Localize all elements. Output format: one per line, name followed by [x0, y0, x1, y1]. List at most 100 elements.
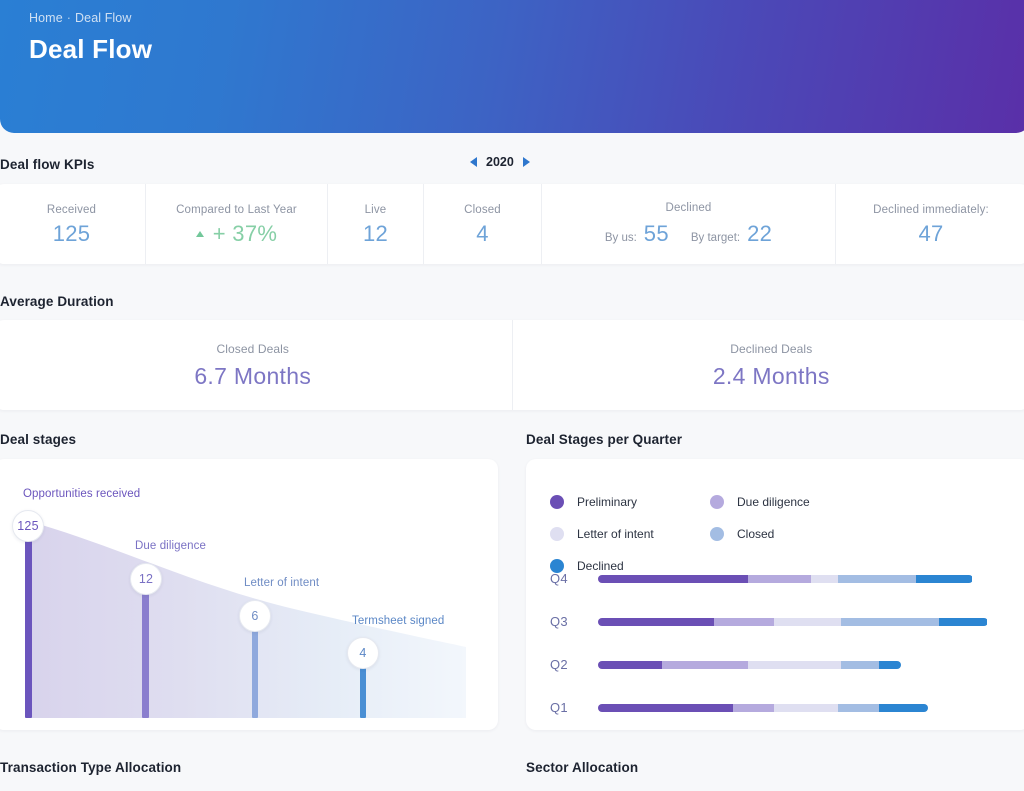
kpi-declined-immediately-label: Declined immediately:	[873, 203, 989, 216]
kpi-received: Received 125	[0, 184, 146, 264]
bar-segment-letter-of-intent[interactable]	[774, 617, 842, 626]
kpi-card: Received 125 Compared to Last Year + 37%…	[0, 184, 1024, 264]
kpi-declined-by-target-value: 22	[747, 220, 773, 246]
stacked-bar[interactable]	[598, 660, 902, 669]
deal-stages-section-title: Deal stages	[0, 432, 77, 447]
legend-color-dot-icon	[710, 495, 724, 509]
legend-item-label: Letter of intent	[577, 527, 654, 541]
kpi-live-value: 12	[362, 220, 389, 246]
breadcrumb: Home · Deal Flow	[29, 11, 132, 25]
funnel-stage-value-1: 125	[12, 510, 44, 542]
kpi-declined-by-us-label: By us:	[604, 231, 637, 244]
bar-track	[598, 703, 1010, 712]
bar-segment-closed[interactable]	[837, 574, 917, 583]
bar-segment-due-diligence[interactable]	[661, 660, 748, 669]
transaction-type-allocation-title: Transaction Type Allocation	[0, 760, 182, 775]
legend-item-letter-of-intent[interactable]: Letter of intent	[550, 518, 710, 550]
funnel-stage-value-3: 6	[239, 600, 271, 632]
bar-segment-letter-of-intent[interactable]	[747, 660, 842, 669]
quarter-label-q1: Q1	[550, 700, 568, 715]
bar-segment-closed[interactable]	[841, 617, 939, 626]
quarter-label-q4: Q4	[550, 571, 568, 586]
bar-track	[598, 574, 1010, 583]
kpi-compared-label: Compared to Last Year	[176, 203, 297, 216]
bar-segment-closed[interactable]	[837, 703, 879, 712]
kpi-section-title: Deal flow KPIs	[0, 157, 95, 172]
stacked-bar[interactable]	[598, 574, 973, 583]
stacked-bar[interactable]	[598, 703, 928, 712]
kpi-declined-label: Declined	[665, 201, 712, 214]
bar-segment-letter-of-intent[interactable]	[811, 574, 838, 583]
bar-segment-declined[interactable]	[878, 703, 928, 712]
kpi-declined-by-target: By target: 22	[691, 221, 772, 247]
breadcrumb-item-current: Deal Flow	[75, 11, 132, 25]
quarter-bar-row: Q4	[550, 557, 1010, 600]
bar-segment-due-diligence[interactable]	[714, 617, 775, 626]
duration-declined-label: Declined Deals	[730, 342, 813, 356]
duration-declined-deals: Declined Deals 2.4 Months	[513, 320, 1024, 410]
kpi-closed: Closed 4	[424, 184, 542, 264]
quarterly-section-title: Deal Stages per Quarter	[526, 432, 683, 447]
legend-color-dot-icon	[550, 527, 564, 541]
deal-stages-funnel-card: Opportunities received 125 Due diligence…	[0, 459, 498, 730]
duration-section-title: Average Duration	[0, 294, 114, 309]
sector-allocation-title: Sector Allocation	[526, 760, 639, 775]
deal-flow-dashboard: Home · Deal Flow Deal Flow Deal flow KPIs …	[0, 0, 1024, 791]
kpi-received-value: 125	[52, 220, 91, 246]
quarter-label-q2: Q2	[550, 657, 568, 672]
quarter-bar-row: Q2	[550, 643, 1010, 686]
duration-closed-value: 6.7 Months	[194, 363, 312, 389]
previous-year-button[interactable]	[470, 157, 477, 167]
kpi-declined-by-us: By us: 55	[605, 221, 669, 247]
funnel-stage-label-4: Termsheet signed	[352, 615, 445, 627]
quarter-bar-row: Q1	[550, 686, 1010, 729]
legend-item-closed[interactable]: Closed	[710, 518, 870, 550]
legend-item-label: Due diligence	[737, 495, 810, 509]
quarter-bar-row: Q3	[550, 600, 1010, 643]
bar-segment-letter-of-intent[interactable]	[774, 703, 838, 712]
funnel-chart: Opportunities received 125 Due diligence…	[0, 459, 498, 730]
year-selector: 2020	[470, 155, 530, 169]
legend-item-label: Preliminary	[577, 495, 638, 509]
bar-segment-declined[interactable]	[916, 574, 973, 583]
kpi-declined: Declined By us: 55 By target: 22	[542, 184, 836, 264]
legend-item-preliminary[interactable]: Preliminary	[550, 486, 710, 518]
quarter-label-q3: Q3	[550, 614, 568, 629]
stacked-bar-chart: Q4 Q3 Q2 Q1	[550, 557, 1010, 729]
bar-segment-closed[interactable]	[841, 660, 879, 669]
breadcrumb-item-home[interactable]: Home	[29, 11, 63, 25]
deal-stages-per-quarter-card: Preliminary Due diligence Letter of intent…	[526, 459, 1024, 730]
duration-closed-deals: Closed Deals 6.7 Months	[0, 320, 513, 410]
kpi-compared-value-wrap: + 37%	[195, 222, 278, 245]
legend-item-due-diligence[interactable]: Due diligence	[710, 486, 870, 518]
legend-item-label: Closed	[737, 527, 775, 541]
duration-closed-label: Closed Deals	[216, 342, 290, 356]
funnel-stage-value-2: 12	[130, 563, 162, 595]
bar-segment-declined[interactable]	[938, 617, 988, 626]
breadcrumb-separator: ·	[66, 11, 72, 25]
next-year-button[interactable]	[522, 157, 530, 167]
average-duration-card: Closed Deals 6.7 Months Declined Deals 2…	[0, 320, 1024, 410]
bar-segment-preliminary[interactable]	[598, 574, 748, 583]
funnel-stage-label-3: Letter of intent	[244, 577, 320, 589]
bar-segment-due-diligence[interactable]	[747, 574, 812, 583]
legend-color-dot-icon	[710, 527, 724, 541]
kpi-compared-to-last-year: Compared to Last Year + 37%	[146, 184, 328, 264]
selected-year-label: 2020	[486, 155, 514, 169]
duration-declined-value: 2.4 Months	[712, 363, 830, 389]
bar-segment-preliminary[interactable]	[598, 703, 733, 712]
bar-segment-due-diligence[interactable]	[732, 703, 775, 712]
triangle-up-icon	[195, 230, 204, 237]
funnel-stage-value-4: 4	[347, 637, 379, 669]
bar-segment-declined[interactable]	[878, 660, 902, 669]
kpi-live-label: Live	[364, 203, 387, 216]
stacked-bar[interactable]	[598, 617, 988, 626]
kpi-declined-immediately: Declined immediately: 47	[836, 184, 1024, 264]
kpi-closed-label: Closed	[464, 203, 501, 216]
kpi-received-label: Received	[46, 203, 97, 216]
page-header-banner: Home · Deal Flow Deal Flow	[0, 0, 1024, 133]
kpi-live: Live 12	[328, 184, 424, 264]
bar-segment-preliminary[interactable]	[598, 617, 715, 626]
bar-segment-preliminary[interactable]	[598, 660, 662, 669]
kpi-declined-by-us-value: 55	[643, 220, 669, 246]
